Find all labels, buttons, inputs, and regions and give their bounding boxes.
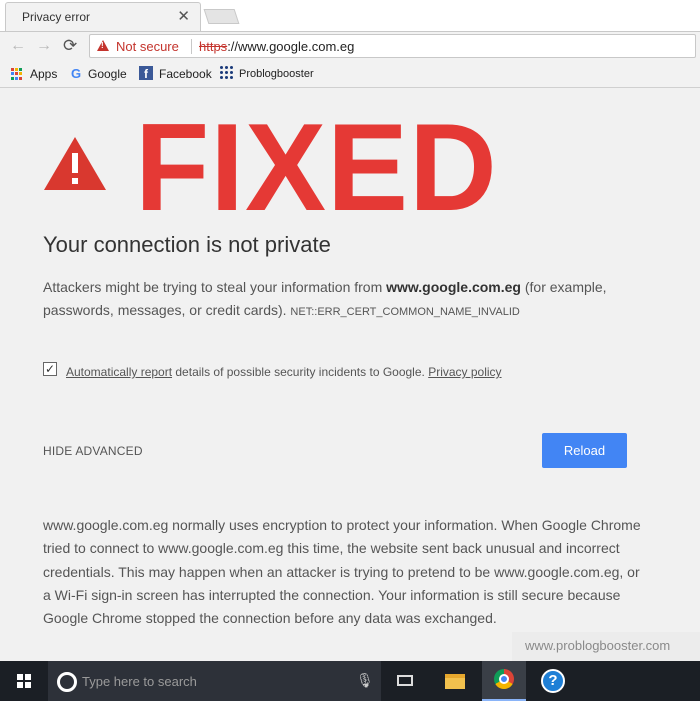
chrome-icon	[494, 669, 514, 689]
problogbooster-icon[interactable]	[220, 66, 233, 79]
page-title: Your connection is not private	[43, 232, 331, 257]
url-scheme: https	[199, 39, 228, 54]
security-chip[interactable]: Not secure	[116, 39, 179, 54]
google-g-icon[interactable]: G	[71, 66, 81, 81]
desc-host: www.google.com.eg	[386, 279, 521, 295]
omnibox-separator	[191, 39, 192, 54]
privacy-policy-link[interactable]: Privacy policy	[428, 365, 501, 379]
watermark: www.problogbooster.com	[512, 632, 700, 661]
advanced-details-text: www.google.com.eg normally uses encrypti…	[43, 517, 641, 627]
forward-arrow-icon[interactable]: →	[36, 37, 52, 55]
report-link[interactable]: Automatically report	[66, 365, 172, 379]
address-bar[interactable]: ! Not secure https://www.google.com.eg	[89, 34, 696, 58]
bookmark-google[interactable]: Google	[88, 67, 127, 81]
hide-advanced-link[interactable]: HIDE ADVANCED	[43, 444, 143, 458]
url-text[interactable]: https://www.google.com.eg	[199, 39, 354, 54]
windows-taskbar: Type here to search 🎙 ?	[0, 661, 700, 701]
bookmark-facebook[interactable]: Facebook	[159, 67, 212, 81]
reload-button[interactable]: Reload	[542, 433, 627, 468]
file-explorer-icon[interactable]	[445, 674, 465, 689]
cortana-icon[interactable]	[57, 672, 77, 692]
warning-icon[interactable]: !	[97, 40, 109, 51]
fixed-overlay-text: FIXED	[135, 99, 498, 237]
chrome-taskbar-button[interactable]	[482, 661, 526, 701]
report-checkbox[interactable]: ✓	[43, 362, 57, 376]
tab-privacy-error[interactable]: Privacy error ✕	[5, 2, 201, 31]
error-code: NET::ERR_CERT_COMMON_NAME_INVALID	[290, 306, 520, 318]
report-text: Automatically report details of possible…	[66, 365, 502, 379]
apps-grid-icon[interactable]	[11, 68, 23, 80]
tab-strip: Privacy error ✕	[0, 0, 700, 31]
microphone-icon[interactable]: 🎙	[356, 672, 374, 689]
error-description: Attackers might be trying to steal your …	[43, 276, 643, 324]
bookmarks-bar: Apps G Google f Facebook Problogbooster	[0, 61, 700, 88]
watermark-text: www.problogbooster.com	[525, 638, 671, 653]
desc-part-1: Attackers might be trying to steal your …	[43, 279, 387, 295]
toolbar: ← → ⟳ ! Not secure https://www.google.co…	[0, 31, 700, 61]
bookmark-problogbooster[interactable]: Problogbooster	[239, 68, 314, 80]
close-icon[interactable]: ✕	[177, 7, 190, 25]
bookmark-apps[interactable]: Apps	[30, 67, 57, 81]
task-view-icon[interactable]	[397, 675, 413, 686]
report-details: details of possible security incidents t…	[172, 365, 429, 379]
help-icon[interactable]: ?	[541, 669, 565, 693]
facebook-icon[interactable]: f	[139, 66, 153, 81]
search-placeholder: Type here to search	[82, 674, 197, 689]
warning-triangle-icon	[44, 137, 106, 190]
taskbar-search-box[interactable]: Type here to search 🎙	[48, 661, 381, 701]
new-tab-button[interactable]	[203, 9, 240, 24]
windows-start-icon[interactable]	[17, 674, 31, 688]
back-arrow-icon[interactable]: ←	[10, 37, 26, 55]
tab-title: Privacy error	[22, 10, 91, 24]
url-host: ://www.google.com.eg	[227, 39, 355, 54]
reload-icon[interactable]: ⟳	[63, 36, 77, 56]
